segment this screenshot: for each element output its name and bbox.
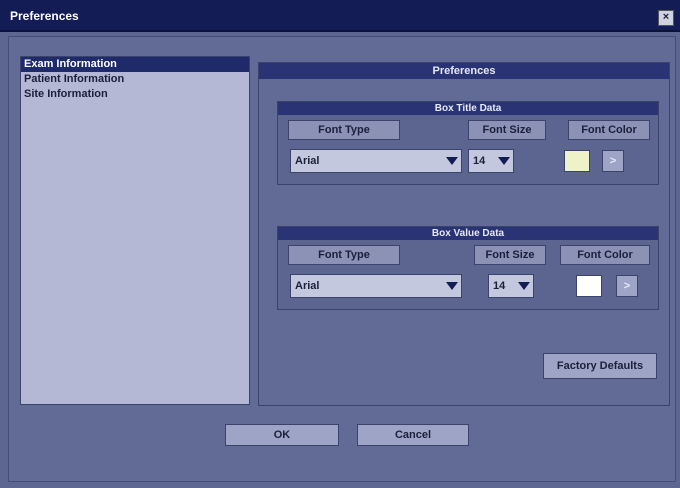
box-value-data-header: Box Value Data — [278, 227, 658, 240]
box-value-font-type-select[interactable]: Arial — [290, 274, 462, 298]
cancel-button[interactable]: Cancel — [357, 424, 469, 446]
box-title-font-type-select[interactable]: Arial — [290, 149, 462, 173]
chevron-down-icon — [498, 157, 510, 165]
close-button[interactable]: × — [658, 10, 674, 26]
box-title-color-picker-button[interactable]: > — [602, 150, 624, 172]
factory-defaults-button[interactable]: Factory Defaults — [543, 353, 657, 379]
chevron-down-icon — [446, 282, 458, 290]
box-title-font-size-label: Font Size — [468, 120, 546, 140]
panel-title: Preferences — [259, 63, 669, 79]
window-title: Preferences — [10, 9, 79, 23]
list-item-exam-information[interactable]: Exam Information — [21, 57, 249, 72]
box-value-font-color-label: Font Color — [560, 245, 650, 265]
box-title-font-type-value: Arial — [295, 155, 320, 167]
box-title-font-size-select[interactable]: 14 — [468, 149, 514, 173]
chevron-down-icon — [518, 282, 530, 290]
box-value-font-type-label: Font Type — [288, 245, 400, 265]
list-item-site-information[interactable]: Site Information — [21, 87, 249, 102]
box-title-font-size-value: 14 — [473, 155, 486, 167]
title-bar: Preferences × — [0, 0, 680, 32]
box-title-data-header: Box Title Data — [278, 102, 658, 115]
box-value-font-type-value: Arial — [295, 280, 320, 292]
box-title-font-color-label: Font Color — [568, 120, 650, 140]
box-value-data-group: Box Value Data Font Type Font Size Font … — [277, 226, 659, 310]
box-value-font-color-swatch[interactable] — [576, 275, 602, 297]
preferences-dialog: Preferences × Exam Information Patient I… — [0, 0, 680, 488]
box-value-font-size-select[interactable]: 14 — [488, 274, 534, 298]
box-value-color-picker-button[interactable]: > — [616, 275, 638, 297]
box-title-data-group: Box Title Data Font Type Font Size Font … — [277, 101, 659, 185]
box-title-font-color-swatch[interactable] — [564, 150, 590, 172]
close-icon: × — [662, 11, 670, 23]
preferences-panel: Preferences Box Title Data Font Type Fon… — [258, 62, 670, 406]
chevron-down-icon — [446, 157, 458, 165]
box-title-font-type-label: Font Type — [288, 120, 400, 140]
ok-button[interactable]: OK — [225, 424, 339, 446]
box-value-font-size-label: Font Size — [474, 245, 546, 265]
box-value-font-size-value: 14 — [493, 280, 506, 292]
category-list[interactable]: Exam Information Patient Information Sit… — [20, 56, 250, 405]
list-item-patient-information[interactable]: Patient Information — [21, 72, 249, 87]
